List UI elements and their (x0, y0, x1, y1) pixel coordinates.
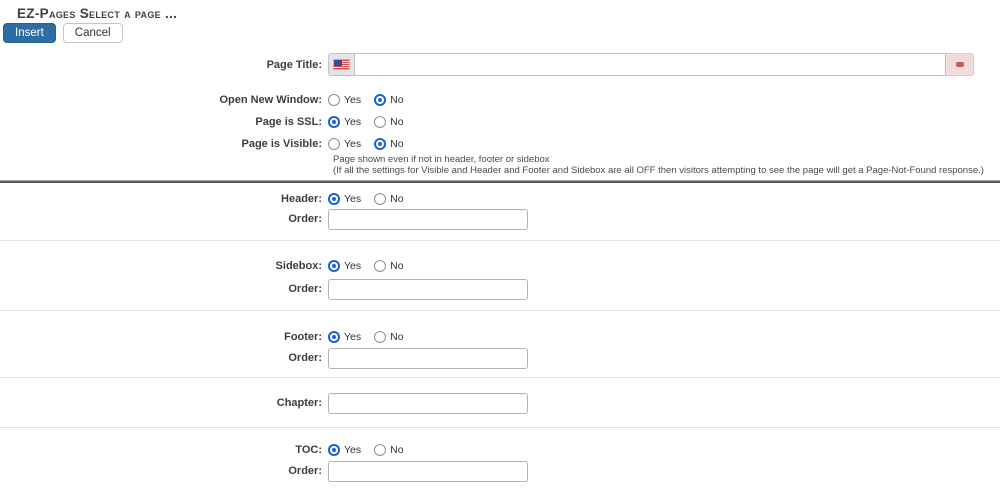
required-marker-icon (955, 62, 964, 67)
radio-yes[interactable] (328, 443, 340, 456)
radio-no-label: No (390, 330, 404, 343)
sidebox-label: Sidebox: (275, 259, 322, 272)
order-label: Order: (288, 283, 322, 295)
page-title-input-group (328, 53, 974, 76)
radio-yes[interactable] (328, 93, 340, 106)
section-divider (0, 377, 1000, 378)
page-title-label: Page Title: (266, 58, 322, 71)
us-flag-icon (333, 59, 350, 70)
page-visible-help-text: Page shown even if not in header, footer… (333, 154, 984, 176)
footer-order-row: Order: (0, 347, 1000, 369)
help-line-1: Page shown even if not in header, footer… (333, 154, 550, 165)
radio-yes[interactable] (328, 330, 340, 343)
radio-yes-label: Yes (344, 137, 362, 150)
toc-label: TOC: (295, 443, 322, 456)
radio-no-label: No (390, 259, 404, 272)
action-buttons: Insert Cancel (3, 23, 123, 43)
radio-yes-label: Yes (344, 192, 362, 205)
ez-pages-form: EZ-Pages Select a page ... Insert Cancel… (0, 0, 1000, 489)
page-is-ssl-radio-group: Yes No (328, 115, 417, 128)
radio-yes-label: Yes (344, 443, 362, 456)
open-new-window-row: Open New Window: Yes No (0, 92, 1000, 107)
insert-button[interactable]: Insert (3, 23, 56, 43)
header-order-input[interactable] (328, 208, 528, 230)
required-marker (946, 53, 974, 76)
radio-no[interactable] (374, 93, 387, 106)
radio-yes-label: Yes (344, 93, 362, 106)
header-radio-group: Yes No (328, 192, 417, 205)
section-divider (0, 427, 1000, 428)
help-line-2: (If all the settings for Visible and Hea… (333, 165, 984, 176)
order-label: Order: (288, 465, 322, 477)
section-divider (0, 240, 1000, 241)
page-is-visible-radio-group: Yes No (328, 137, 417, 150)
chapter-label: Chapter: (276, 397, 322, 409)
cancel-button[interactable]: Cancel (62, 23, 123, 43)
radio-yes-label: Yes (344, 259, 362, 272)
radio-yes[interactable] (328, 137, 340, 150)
order-label: Order: (288, 352, 322, 364)
chapter-input[interactable] (328, 392, 528, 414)
page-title-input[interactable] (355, 53, 946, 76)
open-new-window-radio-group: Yes No (328, 93, 417, 106)
radio-no[interactable] (374, 115, 387, 128)
order-label: Order: (288, 213, 322, 225)
radio-yes-label: Yes (344, 115, 362, 128)
page-title: EZ-Pages Select a page ... (17, 6, 178, 21)
radio-no-label: No (390, 443, 404, 456)
radio-no[interactable] (374, 259, 387, 272)
toc-row: TOC: Yes No (0, 442, 1000, 457)
radio-yes[interactable] (328, 259, 340, 272)
page-is-ssl-row: Page is SSL: Yes No (0, 114, 1000, 129)
radio-no-label: No (390, 192, 404, 205)
section-divider (0, 310, 1000, 311)
section-divider-dark (0, 179, 1000, 183)
page-is-visible-row: Page is Visible: Yes No (0, 136, 1000, 151)
toc-order-input[interactable] (328, 460, 528, 482)
radio-no[interactable] (374, 137, 387, 150)
radio-yes-label: Yes (344, 330, 362, 343)
footer-order-input[interactable] (328, 347, 528, 369)
sidebox-radio-group: Yes No (328, 259, 417, 272)
radio-yes[interactable] (328, 192, 340, 205)
footer-row: Footer: Yes No (0, 329, 1000, 344)
chapter-row: Chapter: (0, 392, 1000, 414)
radio-yes[interactable] (328, 115, 340, 128)
toc-radio-group: Yes No (328, 443, 417, 456)
language-flag-cell (328, 53, 355, 76)
radio-no[interactable] (374, 443, 387, 456)
radio-no-label: No (390, 137, 404, 150)
open-new-window-label: Open New Window: (219, 93, 322, 106)
radio-no[interactable] (374, 330, 387, 343)
header-order-row: Order: (0, 208, 1000, 230)
radio-no[interactable] (374, 192, 387, 205)
sidebox-order-input[interactable] (328, 278, 528, 300)
sidebox-row: Sidebox: Yes No (0, 258, 1000, 273)
header-label: Header: (281, 192, 322, 205)
page-is-visible-label: Page is Visible: (241, 137, 322, 150)
footer-label: Footer: (284, 330, 322, 343)
radio-no-label: No (390, 93, 404, 106)
page-title-row: Page Title: (0, 53, 1000, 76)
header-row: Header: Yes No (0, 191, 1000, 206)
footer-radio-group: Yes No (328, 330, 417, 343)
page-is-ssl-label: Page is SSL: (255, 115, 322, 128)
toc-order-row: Order: (0, 460, 1000, 482)
radio-no-label: No (390, 115, 404, 128)
sidebox-order-row: Order: (0, 278, 1000, 300)
